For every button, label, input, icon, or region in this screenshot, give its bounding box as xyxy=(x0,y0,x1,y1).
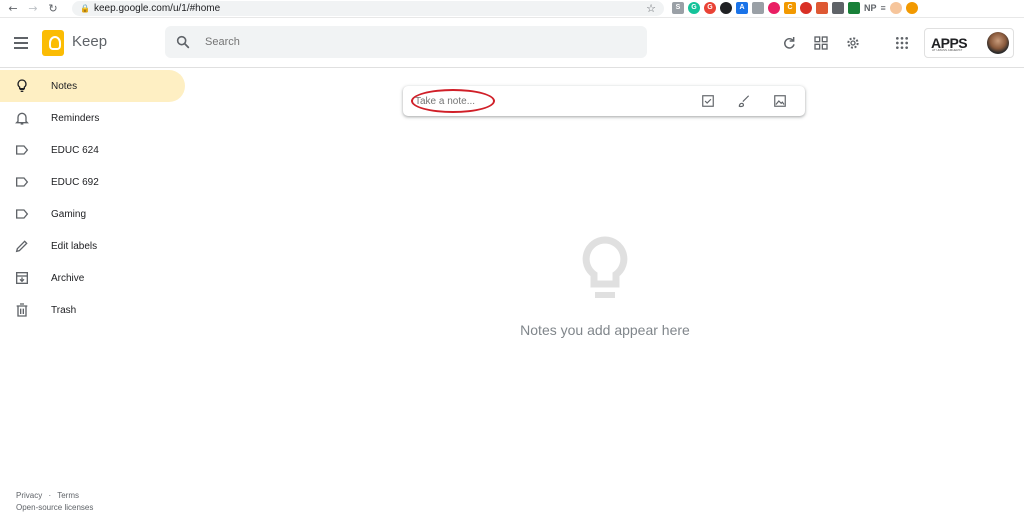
drive-icon[interactable]: A xyxy=(736,2,748,14)
app-title[interactable]: Keep xyxy=(72,33,107,50)
extension-icon[interactable] xyxy=(848,2,860,14)
sidebar-item-label: EDUC 624 xyxy=(51,144,99,156)
record-icon[interactable] xyxy=(720,2,732,14)
grid-view-icon[interactable] xyxy=(813,35,829,51)
sidebar-item-gaming[interactable]: Gaming xyxy=(0,198,185,230)
pencil-icon xyxy=(15,240,28,253)
privacy-link[interactable]: Privacy xyxy=(16,491,42,500)
refresh-icon[interactable] xyxy=(781,35,797,51)
empty-state: Notes you add appear here xyxy=(480,236,730,338)
sidebar-item-label: Gaming xyxy=(51,208,87,220)
apps-logo-subtext: AT UMASS AMHERST xyxy=(932,48,963,52)
sidebar-item-trash[interactable]: Trash xyxy=(0,294,185,326)
bookmark-star-icon[interactable]: ☆ xyxy=(646,2,656,15)
sidebar-item-label: EDUC 692 xyxy=(51,176,99,188)
sidebar-item-label: Trash xyxy=(51,304,77,316)
empty-state-message: Notes you add appear here xyxy=(520,322,690,338)
label-icon xyxy=(16,177,29,187)
google-apps-icon[interactable] xyxy=(894,35,910,51)
new-drawing-brush-icon[interactable] xyxy=(737,94,751,108)
app-header: Keep APPS AT UMASS AMHERST xyxy=(0,18,1024,68)
archive-icon xyxy=(16,272,28,284)
address-bar[interactable]: 🔒 keep.google.com/u/1/#home ☆ xyxy=(72,1,664,16)
settings-gear-icon[interactable] xyxy=(845,35,861,51)
extension-bar: S G G A C NP ≡ xyxy=(672,2,918,14)
back-icon[interactable]: ← xyxy=(6,2,20,16)
sidebar-item-label: Edit labels xyxy=(51,240,98,252)
extension-icon[interactable]: S xyxy=(672,2,684,14)
extension-icon[interactable]: C xyxy=(784,2,796,14)
reload-icon[interactable]: ↻ xyxy=(46,2,60,16)
sidebar-item-label: Notes xyxy=(51,80,78,92)
sidebar-item-educ-692[interactable]: EDUC 692 xyxy=(0,166,185,198)
sidebar-item-educ-624[interactable]: EDUC 624 xyxy=(0,134,185,166)
playlist-icon[interactable]: ≡ xyxy=(881,2,886,14)
lock-icon: 🔒 xyxy=(80,3,90,13)
sidebar-item-label: Reminders xyxy=(51,112,100,124)
sidebar: Notes Reminders EDUC 624 EDUC 692 Gaming… xyxy=(0,70,190,326)
footer-separator: · xyxy=(48,491,52,500)
url-text: keep.google.com/u/1/#home xyxy=(94,3,221,14)
browser-toolbar: ← → ↻ 🔒 keep.google.com/u/1/#home ☆ S G … xyxy=(0,0,1024,18)
trash-icon xyxy=(16,303,28,317)
search-input[interactable] xyxy=(205,36,605,48)
keep-logo[interactable] xyxy=(42,30,64,56)
sidebar-item-notes[interactable]: Notes xyxy=(0,70,185,102)
footer: Privacy · Terms Open-source licenses xyxy=(16,490,93,514)
lightbulb-icon xyxy=(582,236,628,298)
duckduckgo-icon[interactable] xyxy=(816,2,828,14)
extension-icon[interactable]: NP xyxy=(864,2,877,14)
extension-icon[interactable] xyxy=(800,2,812,14)
sidebar-item-reminders[interactable]: Reminders xyxy=(0,102,185,134)
annotation-highlight-ellipse xyxy=(411,89,495,113)
organization-badge[interactable]: APPS AT UMASS AMHERST xyxy=(924,28,1014,58)
search-icon[interactable] xyxy=(175,34,191,50)
grammarly-icon[interactable]: G xyxy=(688,2,700,14)
update-icon[interactable] xyxy=(905,2,918,14)
new-list-checkbox-icon[interactable] xyxy=(701,94,715,108)
profile-avatar-icon[interactable] xyxy=(889,2,902,14)
forward-icon[interactable]: → xyxy=(26,2,40,16)
new-image-icon[interactable] xyxy=(773,94,787,108)
sidebar-item-edit-labels[interactable]: Edit labels xyxy=(0,230,185,262)
main-menu-icon[interactable] xyxy=(12,34,30,52)
doc-icon[interactable] xyxy=(752,2,764,14)
terms-link[interactable]: Terms xyxy=(57,491,79,500)
bell-icon xyxy=(15,112,29,125)
extension-icon[interactable]: G xyxy=(704,2,716,14)
search-bar[interactable] xyxy=(165,26,647,58)
sidebar-item-label: Archive xyxy=(51,272,85,284)
account-avatar[interactable] xyxy=(987,32,1009,54)
label-icon xyxy=(16,209,29,219)
open-source-licenses-link[interactable]: Open-source licenses xyxy=(16,503,93,512)
label-icon xyxy=(16,145,29,155)
sidebar-item-archive[interactable]: Archive xyxy=(0,262,185,294)
shield-icon[interactable] xyxy=(832,2,844,14)
extension-icon[interactable] xyxy=(768,2,780,14)
lightbulb-icon xyxy=(17,79,27,92)
